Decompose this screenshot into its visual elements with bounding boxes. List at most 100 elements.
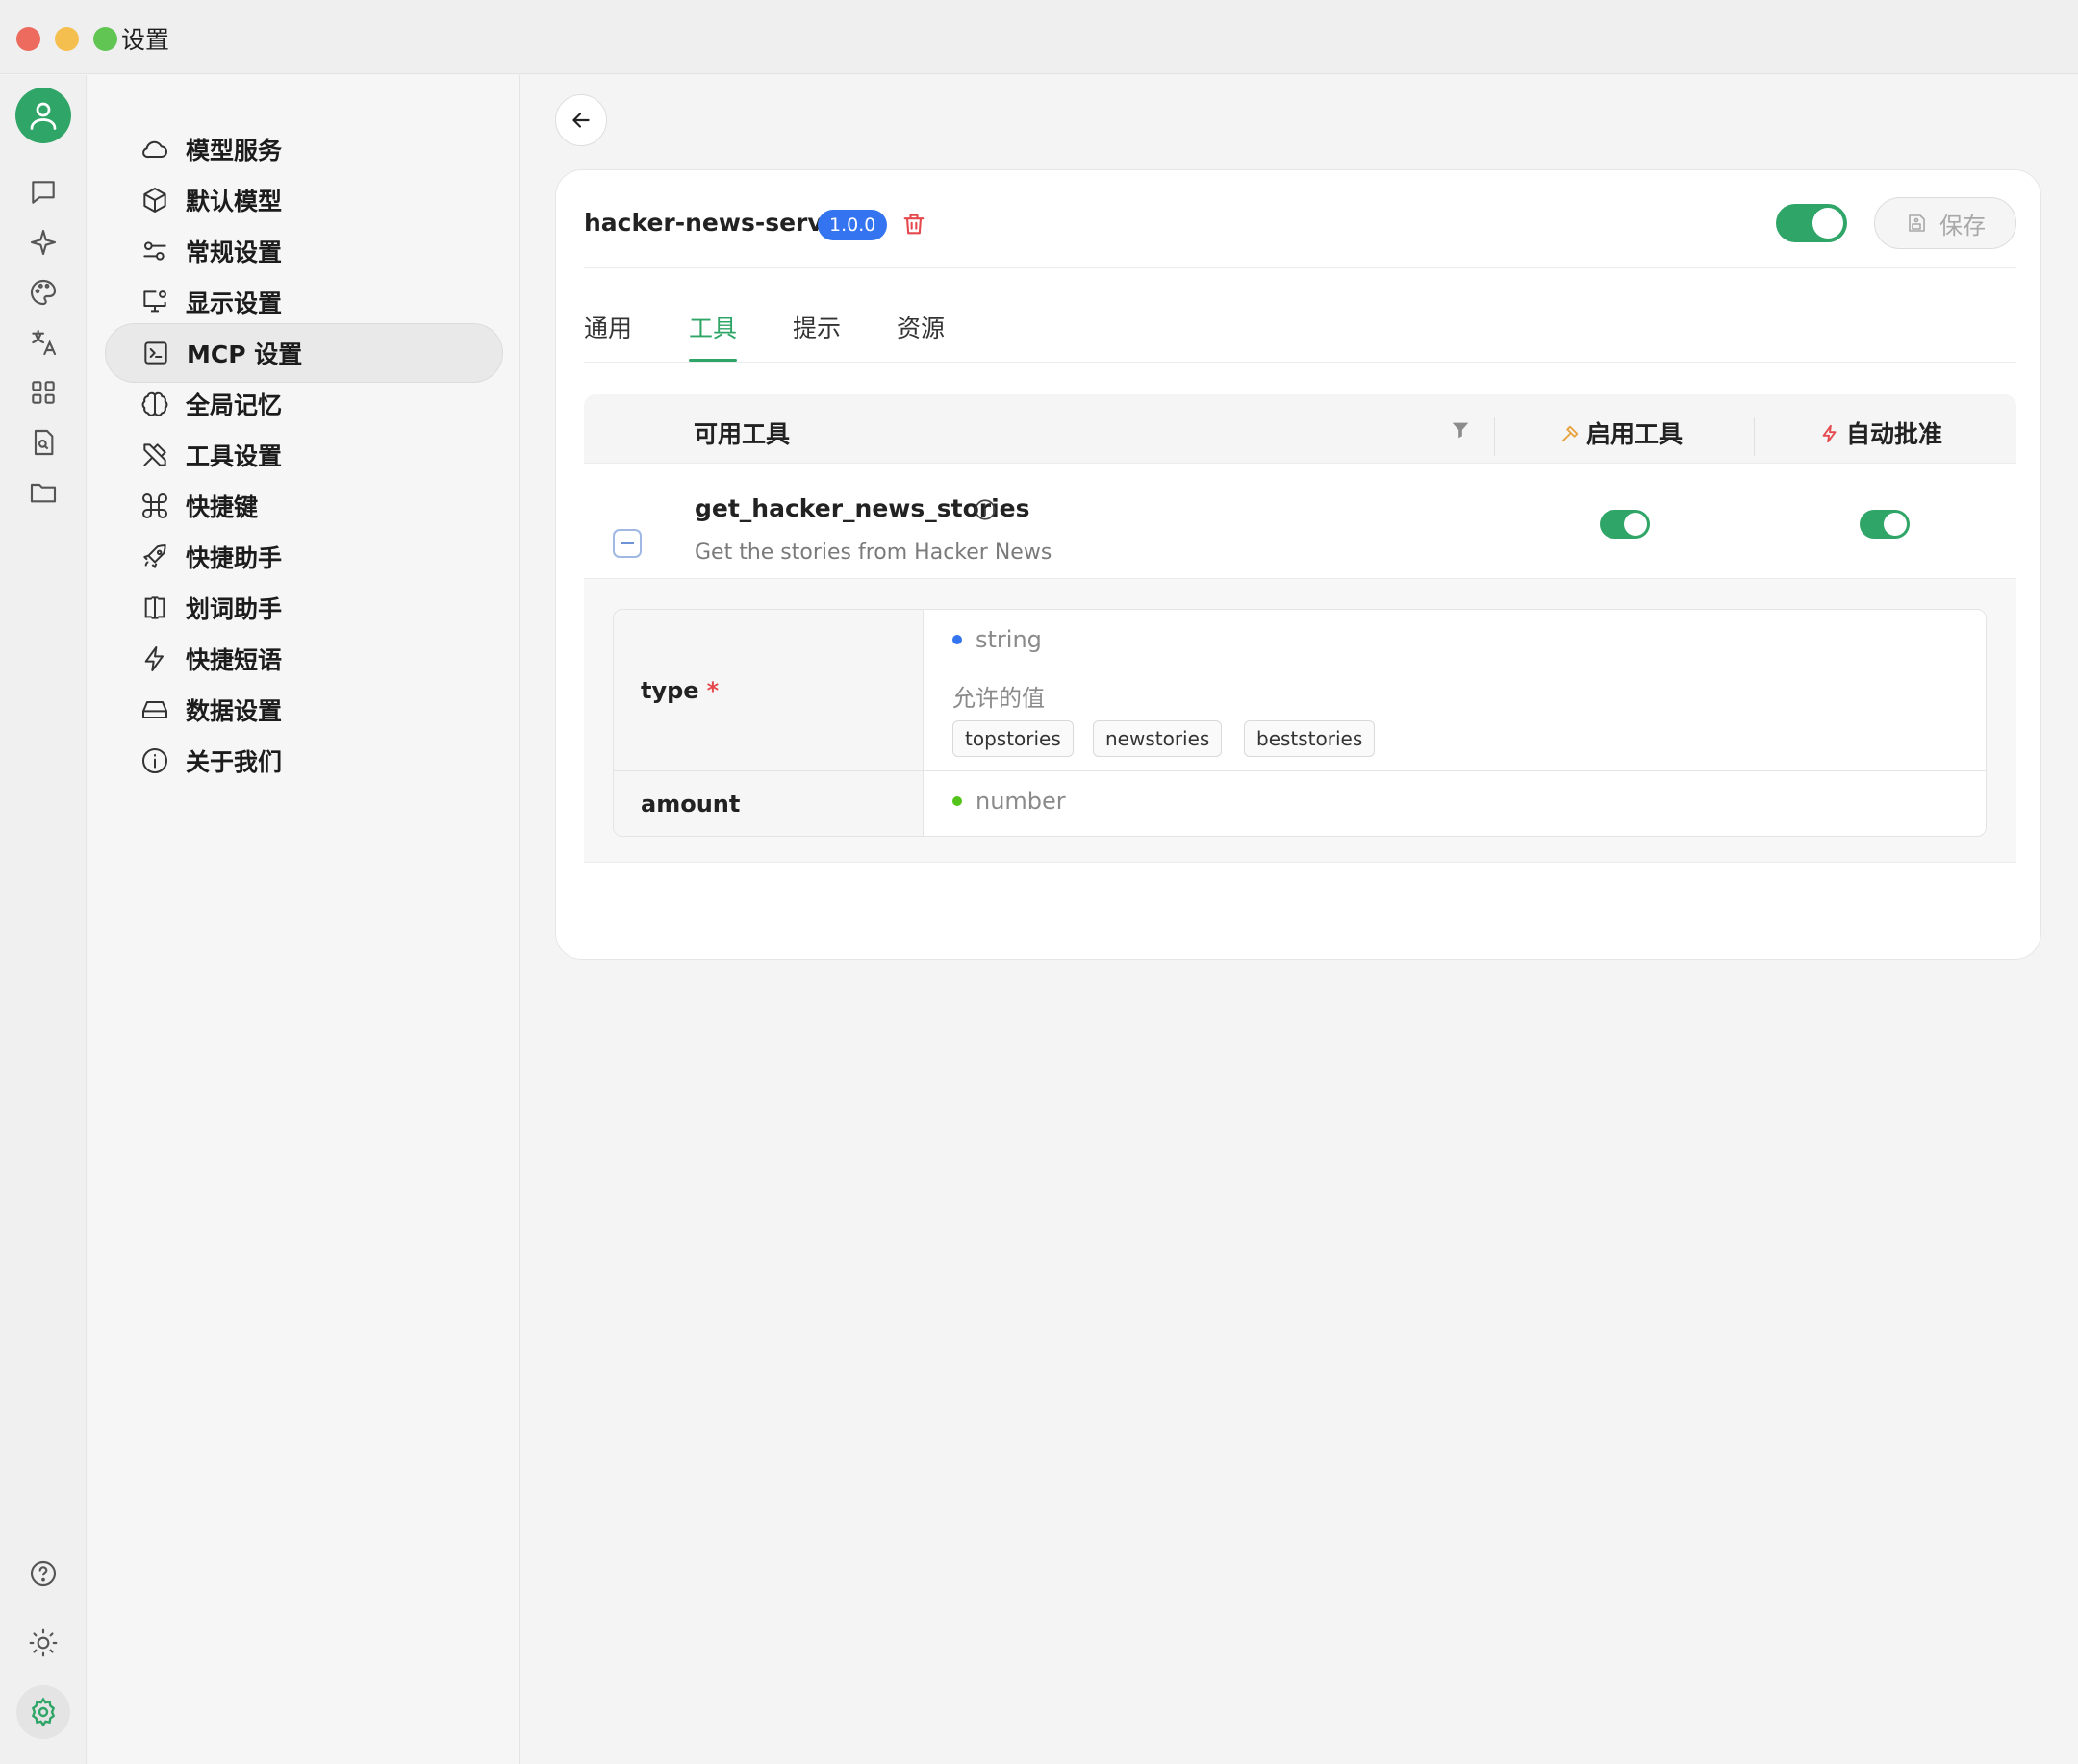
minus-icon <box>621 542 634 544</box>
title-bar: 设置 <box>0 0 2078 74</box>
tool-description: Get the stories from Hacker News <box>695 541 1052 565</box>
required-marker: * <box>706 677 720 704</box>
enable-tool-toggle[interactable] <box>1600 510 1650 539</box>
grid-icon <box>32 381 55 404</box>
tab-general[interactable]: 通用 <box>584 310 632 344</box>
zoom-window-button[interactable] <box>93 27 117 51</box>
command-icon <box>139 491 170 521</box>
divider <box>584 267 2016 268</box>
column-separator <box>1754 417 1755 456</box>
auto-approve-toggle[interactable] <box>1860 510 1910 539</box>
toggle-knob <box>1884 513 1907 536</box>
arrow-left-icon <box>572 113 590 128</box>
sun-icon <box>29 1628 58 1657</box>
enum-tag-topstories: topstories <box>952 720 1074 757</box>
col-available-tools: 可用工具 <box>694 420 791 448</box>
menu-item-label: MCP 设置 <box>187 340 303 368</box>
save-button[interactable]: 保存 <box>1874 197 2016 249</box>
text-cursor-icon <box>139 592 170 623</box>
row-separator <box>614 770 1986 771</box>
rail-translate-button[interactable] <box>20 319 66 365</box>
col-auto-approve: 自动批准 <box>1819 416 1942 450</box>
help-circle-icon <box>30 1560 57 1587</box>
close-window-button[interactable] <box>16 27 40 51</box>
icon-rail <box>0 75 87 1764</box>
cube-icon <box>139 185 170 215</box>
tab-prompts[interactable]: 提示 <box>793 310 841 344</box>
version-badge: 1.0.0 <box>818 210 888 240</box>
menu-item-about[interactable]: 关于我们 <box>105 731 503 791</box>
column-separator <box>1494 417 1495 456</box>
monitor-gear-icon <box>139 287 170 317</box>
type-dot <box>952 635 962 644</box>
zap-icon <box>1822 424 1837 443</box>
rail-theme-button[interactable] <box>20 1620 66 1666</box>
avatar[interactable] <box>15 88 71 143</box>
rail-settings-button[interactable] <box>16 1685 70 1739</box>
brain-icon <box>139 389 170 419</box>
menu-item-label: 常规设置 <box>186 239 283 266</box>
rail-help-button[interactable] <box>20 1550 66 1597</box>
translate-icon <box>32 329 57 356</box>
param-key-amount: amount <box>641 791 741 818</box>
divider <box>584 362 2016 363</box>
tab-tools[interactable]: 工具 <box>689 310 737 344</box>
rail-chat-button[interactable] <box>20 169 66 215</box>
menu-item-label: 快捷短语 <box>186 646 283 674</box>
rocket-icon <box>139 542 170 572</box>
type-dot <box>952 796 962 806</box>
delete-server-button[interactable] <box>900 211 929 239</box>
tab-resources[interactable]: 资源 <box>897 310 945 344</box>
server-enable-toggle[interactable] <box>1776 204 1847 242</box>
save-label: 保存 <box>1939 212 1986 239</box>
menu-item-label: 快捷助手 <box>186 544 283 572</box>
chat-bubble-icon <box>32 181 55 204</box>
terminal-icon <box>140 338 171 368</box>
menu-item-label: 默认模型 <box>186 188 283 215</box>
rail-apps-button[interactable] <box>20 369 66 416</box>
param-type-number: number <box>952 788 1066 815</box>
rail-knowledge-button[interactable] <box>20 419 66 466</box>
tools-icon <box>139 440 170 470</box>
file-search-icon <box>34 429 54 456</box>
info-icon <box>139 745 170 776</box>
minimize-window-button[interactable] <box>55 27 79 51</box>
server-detail-card: hacker-news-server 1.0.0 保存 通用 工具 提示 资源 … <box>555 169 2041 960</box>
collapse-row-button[interactable] <box>613 529 642 558</box>
param-key-type: type * <box>641 677 720 704</box>
allowed-values-label: 允许的值 <box>952 685 1045 712</box>
rail-paint-button[interactable] <box>20 269 66 315</box>
back-button[interactable] <box>555 94 607 146</box>
menu-item-label: 全局记忆 <box>186 391 283 419</box>
palette-icon <box>30 279 57 306</box>
menu-item-label: 关于我们 <box>186 748 283 776</box>
window-title: 设置 <box>121 26 170 54</box>
menu-item-label: 数据设置 <box>186 697 283 725</box>
rail-files-button[interactable] <box>20 469 66 516</box>
save-icon <box>1909 214 1925 232</box>
folder-icon <box>30 483 57 503</box>
cloud-icon <box>139 134 170 164</box>
rail-assistants-button[interactable] <box>20 219 66 265</box>
enum-tag-beststories: beststories <box>1244 720 1376 757</box>
sparkle-icon <box>30 229 57 256</box>
menu-item-label: 模型服务 <box>186 137 283 164</box>
menu-item-label: 划词助手 <box>186 595 283 623</box>
enum-tag-newstories: newstories <box>1093 720 1223 757</box>
col-enable-tool: 启用工具 <box>1559 416 1683 450</box>
info-icon[interactable] <box>973 497 998 522</box>
filter-icon[interactable] <box>1450 419 1471 441</box>
tools-table-header: 可用工具 启用工具 自动批准 <box>584 394 2016 464</box>
menu-item-label: 工具设置 <box>186 442 283 470</box>
trash-icon <box>903 214 925 235</box>
param-type-string: string <box>952 626 1042 653</box>
sliders-icon <box>139 236 170 266</box>
hammer-icon <box>1561 425 1579 442</box>
zap-icon <box>139 643 170 674</box>
gear-icon <box>31 1697 56 1727</box>
tool-params-panel: type * string 允许的值 topstories newstories … <box>584 579 2016 863</box>
settings-menu: 模型服务 默认模型 常规设置 显示设置 MCP 设置 全局记忆 工具设置 快捷键… <box>88 75 520 1764</box>
menu-item-label: 快捷键 <box>186 493 259 521</box>
server-name: hacker-news-server <box>584 209 851 237</box>
user-icon <box>30 102 57 130</box>
